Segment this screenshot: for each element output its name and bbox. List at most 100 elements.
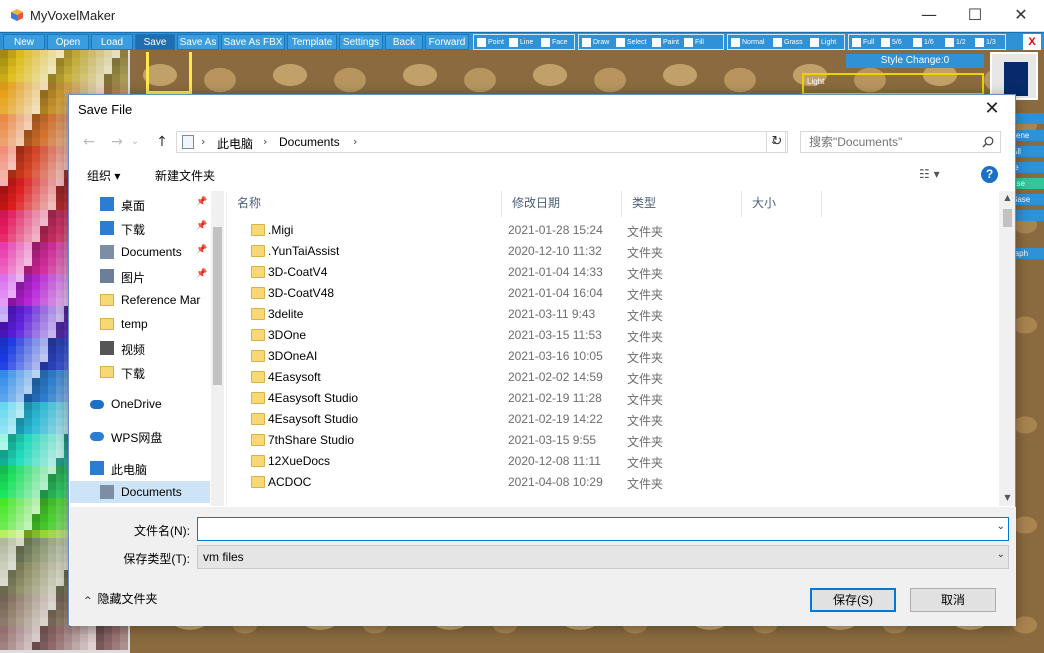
palette-swatch[interactable] bbox=[8, 530, 16, 538]
palette-swatch[interactable] bbox=[40, 498, 48, 506]
nav-item[interactable]: OneDrive bbox=[70, 393, 210, 415]
palette-swatch[interactable] bbox=[8, 66, 16, 74]
light-slider-panel[interactable]: Light bbox=[802, 73, 984, 95]
palette-swatch[interactable] bbox=[16, 186, 24, 194]
palette-swatch[interactable] bbox=[0, 66, 8, 74]
palette-swatch[interactable] bbox=[40, 266, 48, 274]
toolbar-close-button[interactable]: X bbox=[1023, 34, 1041, 50]
palette-swatch[interactable] bbox=[48, 458, 56, 466]
palette-swatch[interactable] bbox=[40, 226, 48, 234]
palette-swatch[interactable] bbox=[16, 250, 24, 258]
palette-swatch[interactable] bbox=[48, 66, 56, 74]
palette-swatch[interactable] bbox=[16, 258, 24, 266]
palette-swatch[interactable] bbox=[0, 242, 8, 250]
palette-swatch[interactable] bbox=[16, 114, 24, 122]
palette-swatch[interactable] bbox=[8, 410, 16, 418]
palette-swatch[interactable] bbox=[8, 250, 16, 258]
palette-swatch[interactable] bbox=[48, 122, 56, 130]
palette-swatch[interactable] bbox=[48, 466, 56, 474]
palette-swatch[interactable] bbox=[16, 314, 24, 322]
palette-swatch[interactable] bbox=[40, 250, 48, 258]
palette-swatch[interactable] bbox=[8, 226, 16, 234]
palette-swatch[interactable] bbox=[8, 298, 16, 306]
palette-swatch[interactable] bbox=[32, 282, 40, 290]
palette-swatch[interactable] bbox=[8, 386, 16, 394]
palette-swatch[interactable] bbox=[40, 170, 48, 178]
palette-swatch[interactable] bbox=[8, 522, 16, 530]
palette-swatch[interactable] bbox=[64, 642, 72, 650]
palette-swatch[interactable] bbox=[8, 50, 16, 58]
palette-swatch[interactable] bbox=[0, 186, 8, 194]
palette-swatch[interactable] bbox=[0, 354, 8, 362]
palette-swatch[interactable] bbox=[8, 314, 16, 322]
palette-swatch[interactable] bbox=[24, 290, 32, 298]
palette-swatch[interactable] bbox=[56, 50, 64, 58]
palette-swatch[interactable] bbox=[32, 410, 40, 418]
palette-swatch[interactable] bbox=[8, 98, 16, 106]
palette-swatch[interactable] bbox=[24, 338, 32, 346]
palette-swatch[interactable] bbox=[0, 450, 8, 458]
palette-swatch[interactable] bbox=[56, 394, 64, 402]
palette-swatch[interactable] bbox=[56, 274, 64, 282]
nav-item[interactable]: Documents📌 bbox=[70, 241, 210, 263]
palette-swatch[interactable] bbox=[24, 450, 32, 458]
palette-swatch[interactable] bbox=[16, 394, 24, 402]
palette-swatch[interactable] bbox=[32, 82, 40, 90]
palette-swatch[interactable] bbox=[112, 642, 120, 650]
palette-swatch[interactable] bbox=[72, 642, 80, 650]
palette-swatch[interactable] bbox=[8, 474, 16, 482]
palette-swatch[interactable] bbox=[32, 346, 40, 354]
palette-swatch[interactable] bbox=[48, 602, 56, 610]
change-view-button[interactable]: ☷ ▾ bbox=[919, 167, 940, 181]
palette-swatch[interactable] bbox=[48, 354, 56, 362]
palette-swatch[interactable] bbox=[24, 138, 32, 146]
menu-forward-button[interactable]: Forward bbox=[425, 34, 469, 50]
palette-swatch[interactable] bbox=[48, 498, 56, 506]
palette-swatch[interactable] bbox=[96, 58, 104, 66]
file-row[interactable]: 3delite2021-03-11 9:43文件夹 bbox=[227, 304, 997, 325]
palette-swatch[interactable] bbox=[40, 354, 48, 362]
palette-swatch[interactable] bbox=[16, 178, 24, 186]
palette-swatch[interactable] bbox=[40, 114, 48, 122]
palette-swatch[interactable] bbox=[24, 234, 32, 242]
palette-swatch[interactable] bbox=[16, 618, 24, 626]
palette-swatch[interactable] bbox=[16, 74, 24, 82]
palette-swatch[interactable] bbox=[0, 522, 8, 530]
palette-swatch[interactable] bbox=[48, 450, 56, 458]
palette-swatch[interactable] bbox=[56, 290, 64, 298]
palette-swatch[interactable] bbox=[32, 242, 40, 250]
palette-swatch[interactable] bbox=[40, 298, 48, 306]
palette-swatch[interactable] bbox=[48, 306, 56, 314]
file-row[interactable]: 3DOneAI2021-03-16 10:05文件夹 bbox=[227, 346, 997, 367]
palette-swatch[interactable] bbox=[56, 346, 64, 354]
palette-swatch[interactable] bbox=[0, 474, 8, 482]
palette-swatch[interactable] bbox=[8, 210, 16, 218]
one-third-toggle[interactable]: 1/3 bbox=[975, 37, 996, 48]
palette-swatch[interactable] bbox=[48, 186, 56, 194]
palette-swatch[interactable] bbox=[0, 90, 8, 98]
palette-swatch[interactable] bbox=[32, 562, 40, 570]
palette-swatch[interactable] bbox=[40, 234, 48, 242]
scroll-down-arrow[interactable]: ▼ bbox=[999, 493, 1015, 502]
palette-swatch[interactable] bbox=[40, 610, 48, 618]
palette-swatch[interactable] bbox=[32, 74, 40, 82]
palette-swatch[interactable] bbox=[48, 386, 56, 394]
palette-swatch[interactable] bbox=[48, 434, 56, 442]
palette-swatch[interactable] bbox=[56, 418, 64, 426]
palette-swatch[interactable] bbox=[56, 170, 64, 178]
palette-swatch[interactable] bbox=[24, 178, 32, 186]
palette-swatch[interactable] bbox=[32, 570, 40, 578]
palette-swatch[interactable] bbox=[56, 426, 64, 434]
palette-swatch[interactable] bbox=[40, 106, 48, 114]
palette-swatch[interactable] bbox=[56, 226, 64, 234]
palette-swatch[interactable] bbox=[56, 578, 64, 586]
palette-swatch[interactable] bbox=[24, 474, 32, 482]
palette-swatch[interactable] bbox=[56, 58, 64, 66]
palette-swatch[interactable] bbox=[32, 586, 40, 594]
palette-swatch[interactable] bbox=[16, 578, 24, 586]
palette-swatch[interactable] bbox=[40, 146, 48, 154]
palette-swatch[interactable] bbox=[56, 194, 64, 202]
palette-swatch[interactable] bbox=[56, 90, 64, 98]
palette-swatch[interactable] bbox=[8, 186, 16, 194]
draw-toggle[interactable]: Draw bbox=[582, 37, 609, 48]
